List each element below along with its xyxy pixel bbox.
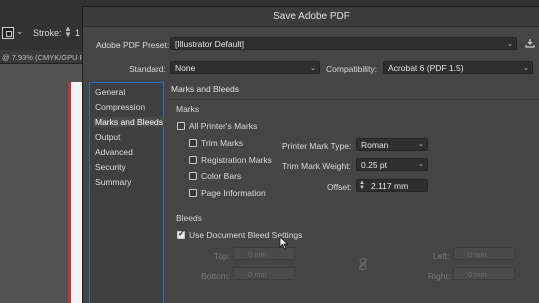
offset-field[interactable]: 2.117 mm <box>356 179 428 192</box>
chevron-down-icon: ⌄ <box>523 65 529 72</box>
page-information-checkbox[interactable] <box>189 189 197 197</box>
registration-marks-label: Registration Marks <box>201 155 272 165</box>
bleed-right-field[interactable]: 0 mm <box>453 267 515 280</box>
stroke-value[interactable]: 1 <box>75 28 80 38</box>
bleed-right-value: 0 mm <box>468 270 487 279</box>
all-printers-marks-checkbox[interactable] <box>177 122 185 130</box>
save-preset-icon[interactable] <box>525 38 535 48</box>
bleed-left-value: 0 mm <box>468 250 487 259</box>
trim-marks-checkbox[interactable] <box>189 139 197 147</box>
preset-label: Adobe PDF Preset: <box>96 40 170 50</box>
preset-value: [Illustrator Default] <box>175 39 244 49</box>
sidebar-item-summary[interactable]: Summary <box>93 177 133 187</box>
standard-label: Standard: <box>129 64 166 74</box>
save-pdf-dialog: Save Adobe PDF Adobe PDF Preset: [Illust… <box>82 6 539 303</box>
standard-select[interactable]: None <box>170 61 320 74</box>
sidebar-item-marks-and-bleeds[interactable]: Marks and Bleeds <box>93 117 166 127</box>
use-document-bleed-checkbox[interactable] <box>177 229 185 239</box>
bleed-bottom-value: 0 mm <box>248 270 267 279</box>
preset-select[interactable]: [Illustrator Default] <box>170 37 517 50</box>
offset-value: 2.117 mm <box>371 181 409 191</box>
chevron-down-icon: ⌄ <box>418 141 424 148</box>
bleed-top-value: 0 mm <box>248 250 267 259</box>
bleed-bottom-label: Bottom: <box>201 271 231 281</box>
standard-value: None <box>175 63 196 73</box>
compatibility-value: Acrobat 6 (PDF 1.5) <box>388 63 464 73</box>
marks-section-heading: Marks <box>176 104 200 114</box>
printer-mark-type-label: Printer Mark Type: <box>282 141 352 151</box>
chain-link-icon[interactable] <box>358 258 368 270</box>
sidebar-item-output[interactable]: Output <box>93 132 123 142</box>
bleed-bottom-field[interactable]: 0 mm <box>233 267 295 280</box>
sidebar-item-general[interactable]: General <box>93 87 127 97</box>
offset-stepper-icon[interactable]: ▲ ▼ <box>359 180 365 191</box>
chevron-down-icon: ⌄ <box>507 41 513 48</box>
compatibility-label: Compatibility: <box>326 64 378 74</box>
mouse-pointer-icon <box>279 236 289 250</box>
bleeds-section-heading: Bleeds <box>176 213 202 223</box>
trim-marks-label: Trim Marks <box>201 138 244 148</box>
chevron-down-icon[interactable]: ⌄ <box>16 26 24 37</box>
printer-mark-type-value: Roman <box>361 140 389 150</box>
stroke-stepper-icon[interactable]: ▲ ▼ <box>64 25 72 39</box>
color-bars-label: Color Bars <box>201 171 242 181</box>
compatibility-select[interactable]: Acrobat 6 (PDF 1.5) <box>383 61 533 74</box>
panel-title: Marks and Bleeds <box>171 84 240 94</box>
bleed-left-label: Left: <box>433 251 450 261</box>
panel-divider <box>169 99 539 100</box>
registration-marks-checkbox[interactable] <box>189 156 197 164</box>
offset-label: Offset: <box>327 182 352 192</box>
sidebar-item-advanced[interactable]: Advanced <box>93 147 135 157</box>
dialog-titlebar[interactable]: Save Adobe PDF <box>83 7 539 27</box>
sidebar-item-security[interactable]: Security <box>93 162 128 172</box>
fill-swatch-button[interactable] <box>2 27 14 39</box>
trim-mark-weight-label: Trim Mark Weight: <box>282 161 351 171</box>
bleed-top-label: Top: <box>214 251 231 261</box>
bleed-right-label: Right: <box>428 271 451 281</box>
chevron-down-icon: ⌄ <box>310 65 316 72</box>
sidebar-item-compression[interactable]: Compression <box>93 102 147 112</box>
all-printers-marks-label: All Printer's Marks <box>189 121 258 131</box>
trim-mark-weight-value: 0.25 pt <box>361 160 387 170</box>
chevron-down-icon: ⌄ <box>418 161 424 168</box>
dialog-title: Save Adobe PDF <box>273 11 350 22</box>
color-bars-checkbox[interactable] <box>189 172 197 180</box>
bleed-left-field[interactable]: 0 mm <box>453 247 515 260</box>
category-list: General Compression Marks and Bleeds Out… <box>89 82 166 303</box>
document-tab-label: @ 7.93% (CMYK/GPU Pr <box>2 53 88 62</box>
page-information-label: Page Information <box>201 188 266 198</box>
stroke-label: Stroke: <box>33 28 62 38</box>
